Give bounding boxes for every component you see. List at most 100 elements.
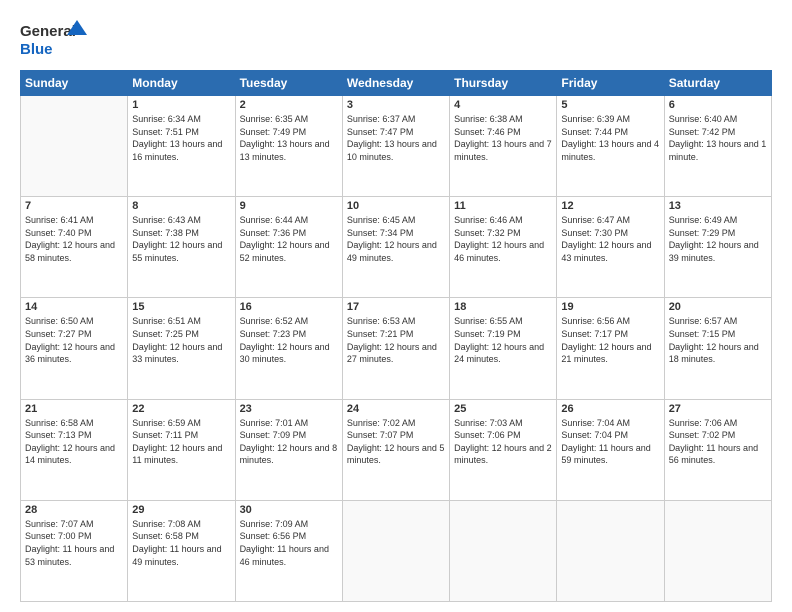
day-number: 13 bbox=[669, 200, 767, 212]
calendar-cell bbox=[450, 500, 557, 601]
weekday-header: Monday bbox=[128, 71, 235, 96]
calendar-week-row: 1 Sunrise: 6:34 AMSunset: 7:51 PMDayligh… bbox=[21, 96, 772, 197]
day-info: Sunrise: 6:50 AMSunset: 7:27 PMDaylight:… bbox=[25, 315, 123, 365]
calendar-cell: 22 Sunrise: 6:59 AMSunset: 7:11 PMDaylig… bbox=[128, 399, 235, 500]
calendar-week-row: 14 Sunrise: 6:50 AMSunset: 7:27 PMDaylig… bbox=[21, 298, 772, 399]
calendar-cell: 29 Sunrise: 7:08 AMSunset: 6:58 PMDaylig… bbox=[128, 500, 235, 601]
day-info: Sunrise: 6:49 AMSunset: 7:29 PMDaylight:… bbox=[669, 214, 767, 264]
calendar-cell: 28 Sunrise: 7:07 AMSunset: 7:00 PMDaylig… bbox=[21, 500, 128, 601]
day-number: 26 bbox=[561, 403, 659, 415]
day-info: Sunrise: 6:41 AMSunset: 7:40 PMDaylight:… bbox=[25, 214, 123, 264]
page: General Blue SundayMondayTuesdayWednesda… bbox=[0, 0, 792, 612]
day-number: 1 bbox=[132, 99, 230, 111]
calendar-week-row: 21 Sunrise: 6:58 AMSunset: 7:13 PMDaylig… bbox=[21, 399, 772, 500]
calendar-cell: 12 Sunrise: 6:47 AMSunset: 7:30 PMDaylig… bbox=[557, 197, 664, 298]
day-number: 19 bbox=[561, 301, 659, 313]
calendar-cell: 20 Sunrise: 6:57 AMSunset: 7:15 PMDaylig… bbox=[664, 298, 771, 399]
weekday-header: Thursday bbox=[450, 71, 557, 96]
calendar-cell: 30 Sunrise: 7:09 AMSunset: 6:56 PMDaylig… bbox=[235, 500, 342, 601]
day-number: 9 bbox=[240, 200, 338, 212]
day-info: Sunrise: 7:03 AMSunset: 7:06 PMDaylight:… bbox=[454, 417, 552, 467]
day-number: 27 bbox=[669, 403, 767, 415]
weekday-header: Tuesday bbox=[235, 71, 342, 96]
calendar-cell: 7 Sunrise: 6:41 AMSunset: 7:40 PMDayligh… bbox=[21, 197, 128, 298]
day-number: 4 bbox=[454, 99, 552, 111]
calendar-cell: 5 Sunrise: 6:39 AMSunset: 7:44 PMDayligh… bbox=[557, 96, 664, 197]
svg-text:General: General bbox=[20, 23, 76, 40]
day-info: Sunrise: 7:04 AMSunset: 7:04 PMDaylight:… bbox=[561, 417, 659, 467]
day-info: Sunrise: 6:58 AMSunset: 7:13 PMDaylight:… bbox=[25, 417, 123, 467]
calendar-cell: 4 Sunrise: 6:38 AMSunset: 7:46 PMDayligh… bbox=[450, 96, 557, 197]
calendar-cell: 19 Sunrise: 6:56 AMSunset: 7:17 PMDaylig… bbox=[557, 298, 664, 399]
calendar-cell: 2 Sunrise: 6:35 AMSunset: 7:49 PMDayligh… bbox=[235, 96, 342, 197]
day-number: 8 bbox=[132, 200, 230, 212]
day-info: Sunrise: 6:38 AMSunset: 7:46 PMDaylight:… bbox=[454, 113, 552, 163]
day-number: 17 bbox=[347, 301, 445, 313]
day-info: Sunrise: 6:52 AMSunset: 7:23 PMDaylight:… bbox=[240, 315, 338, 365]
weekday-header: Saturday bbox=[664, 71, 771, 96]
day-number: 16 bbox=[240, 301, 338, 313]
header: General Blue bbox=[20, 18, 772, 60]
day-number: 3 bbox=[347, 99, 445, 111]
calendar-cell: 8 Sunrise: 6:43 AMSunset: 7:38 PMDayligh… bbox=[128, 197, 235, 298]
day-number: 21 bbox=[25, 403, 123, 415]
day-info: Sunrise: 6:51 AMSunset: 7:25 PMDaylight:… bbox=[132, 315, 230, 365]
day-number: 2 bbox=[240, 99, 338, 111]
calendar-cell: 13 Sunrise: 6:49 AMSunset: 7:29 PMDaylig… bbox=[664, 197, 771, 298]
day-number: 24 bbox=[347, 403, 445, 415]
calendar-cell: 16 Sunrise: 6:52 AMSunset: 7:23 PMDaylig… bbox=[235, 298, 342, 399]
logo: General Blue bbox=[20, 18, 90, 60]
day-number: 15 bbox=[132, 301, 230, 313]
day-number: 23 bbox=[240, 403, 338, 415]
day-info: Sunrise: 7:01 AMSunset: 7:09 PMDaylight:… bbox=[240, 417, 338, 467]
day-number: 11 bbox=[454, 200, 552, 212]
day-info: Sunrise: 6:35 AMSunset: 7:49 PMDaylight:… bbox=[240, 113, 338, 163]
calendar-cell: 10 Sunrise: 6:45 AMSunset: 7:34 PMDaylig… bbox=[342, 197, 449, 298]
day-info: Sunrise: 6:46 AMSunset: 7:32 PMDaylight:… bbox=[454, 214, 552, 264]
calendar-cell bbox=[21, 96, 128, 197]
calendar-cell: 6 Sunrise: 6:40 AMSunset: 7:42 PMDayligh… bbox=[664, 96, 771, 197]
day-info: Sunrise: 6:47 AMSunset: 7:30 PMDaylight:… bbox=[561, 214, 659, 264]
day-info: Sunrise: 7:07 AMSunset: 7:00 PMDaylight:… bbox=[25, 518, 123, 568]
calendar-cell: 23 Sunrise: 7:01 AMSunset: 7:09 PMDaylig… bbox=[235, 399, 342, 500]
day-number: 10 bbox=[347, 200, 445, 212]
calendar-week-row: 28 Sunrise: 7:07 AMSunset: 7:00 PMDaylig… bbox=[21, 500, 772, 601]
calendar-cell bbox=[342, 500, 449, 601]
day-number: 30 bbox=[240, 504, 338, 516]
day-info: Sunrise: 6:39 AMSunset: 7:44 PMDaylight:… bbox=[561, 113, 659, 163]
day-info: Sunrise: 6:57 AMSunset: 7:15 PMDaylight:… bbox=[669, 315, 767, 365]
day-info: Sunrise: 6:40 AMSunset: 7:42 PMDaylight:… bbox=[669, 113, 767, 163]
weekday-header: Friday bbox=[557, 71, 664, 96]
day-info: Sunrise: 6:34 AMSunset: 7:51 PMDaylight:… bbox=[132, 113, 230, 163]
weekday-header-row: SundayMondayTuesdayWednesdayThursdayFrid… bbox=[21, 71, 772, 96]
calendar-cell: 11 Sunrise: 6:46 AMSunset: 7:32 PMDaylig… bbox=[450, 197, 557, 298]
day-number: 20 bbox=[669, 301, 767, 313]
day-number: 12 bbox=[561, 200, 659, 212]
day-info: Sunrise: 6:55 AMSunset: 7:19 PMDaylight:… bbox=[454, 315, 552, 365]
calendar-cell: 24 Sunrise: 7:02 AMSunset: 7:07 PMDaylig… bbox=[342, 399, 449, 500]
calendar-cell: 18 Sunrise: 6:55 AMSunset: 7:19 PMDaylig… bbox=[450, 298, 557, 399]
calendar-table: SundayMondayTuesdayWednesdayThursdayFrid… bbox=[20, 70, 772, 602]
calendar-cell bbox=[557, 500, 664, 601]
day-info: Sunrise: 7:06 AMSunset: 7:02 PMDaylight:… bbox=[669, 417, 767, 467]
day-info: Sunrise: 7:02 AMSunset: 7:07 PMDaylight:… bbox=[347, 417, 445, 467]
day-number: 14 bbox=[25, 301, 123, 313]
calendar-cell bbox=[664, 500, 771, 601]
calendar-cell: 9 Sunrise: 6:44 AMSunset: 7:36 PMDayligh… bbox=[235, 197, 342, 298]
calendar-cell: 15 Sunrise: 6:51 AMSunset: 7:25 PMDaylig… bbox=[128, 298, 235, 399]
day-info: Sunrise: 6:44 AMSunset: 7:36 PMDaylight:… bbox=[240, 214, 338, 264]
weekday-header: Wednesday bbox=[342, 71, 449, 96]
day-info: Sunrise: 6:37 AMSunset: 7:47 PMDaylight:… bbox=[347, 113, 445, 163]
calendar-cell: 14 Sunrise: 6:50 AMSunset: 7:27 PMDaylig… bbox=[21, 298, 128, 399]
day-number: 22 bbox=[132, 403, 230, 415]
day-number: 5 bbox=[561, 99, 659, 111]
day-info: Sunrise: 6:56 AMSunset: 7:17 PMDaylight:… bbox=[561, 315, 659, 365]
calendar-cell: 1 Sunrise: 6:34 AMSunset: 7:51 PMDayligh… bbox=[128, 96, 235, 197]
calendar-cell: 3 Sunrise: 6:37 AMSunset: 7:47 PMDayligh… bbox=[342, 96, 449, 197]
day-number: 29 bbox=[132, 504, 230, 516]
day-info: Sunrise: 7:09 AMSunset: 6:56 PMDaylight:… bbox=[240, 518, 338, 568]
day-info: Sunrise: 7:08 AMSunset: 6:58 PMDaylight:… bbox=[132, 518, 230, 568]
day-number: 28 bbox=[25, 504, 123, 516]
calendar-cell: 21 Sunrise: 6:58 AMSunset: 7:13 PMDaylig… bbox=[21, 399, 128, 500]
calendar-cell: 26 Sunrise: 7:04 AMSunset: 7:04 PMDaylig… bbox=[557, 399, 664, 500]
